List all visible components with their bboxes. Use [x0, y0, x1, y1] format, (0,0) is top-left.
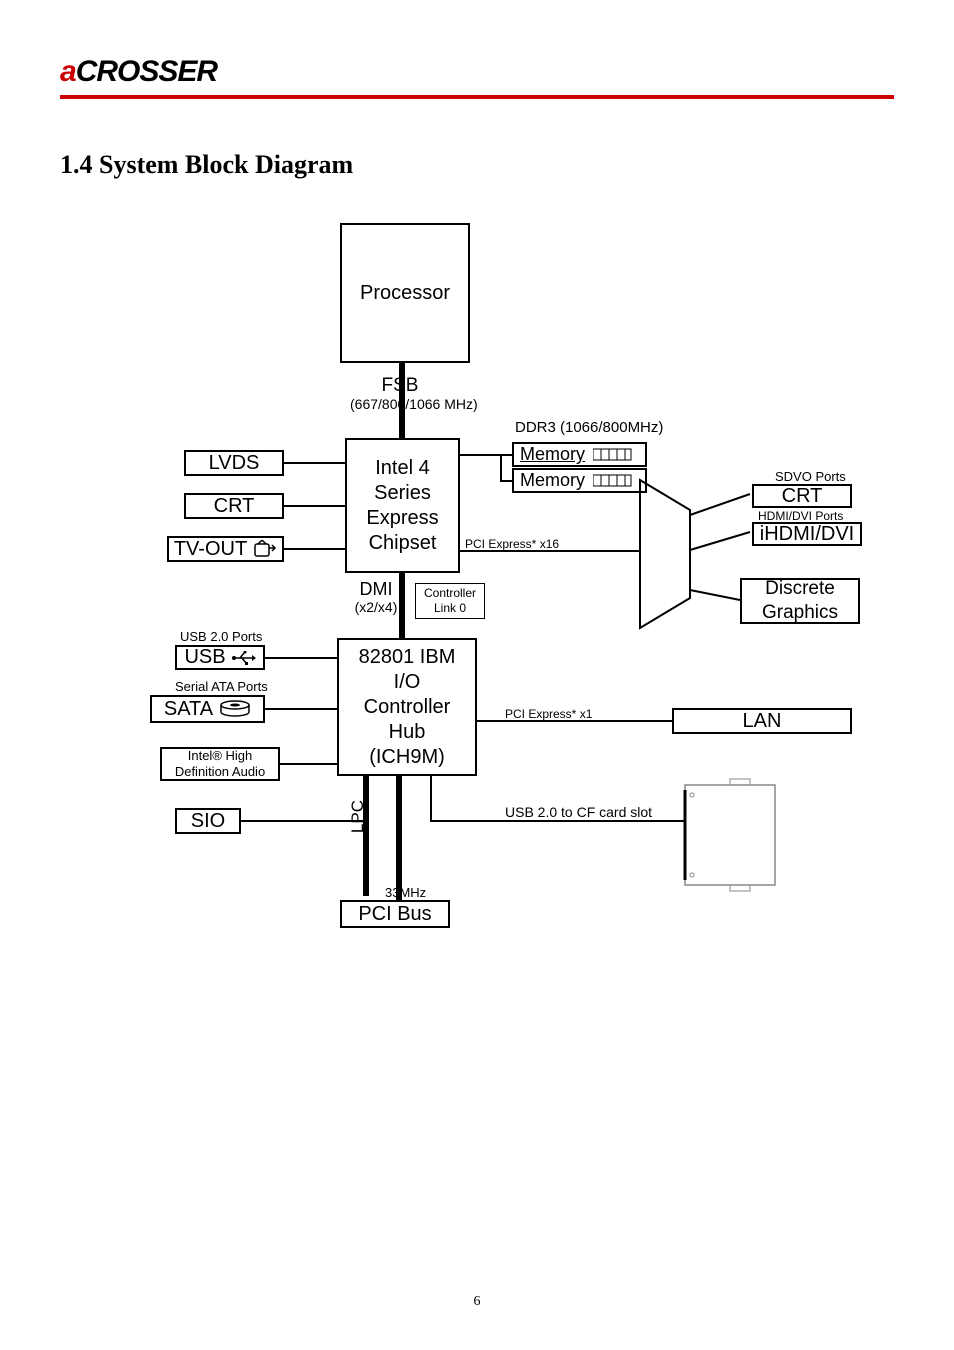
- block-diagram: Processor FSB (667/800/1066 MHz) Intel 4…: [0, 200, 954, 980]
- ich-block: 82801 IBM I/O Controller Hub (ICH9M): [337, 638, 477, 776]
- usb-ports-label: USB 2.0 Ports: [180, 630, 262, 644]
- dmi-label-area: DMI (x2/x4): [350, 580, 402, 615]
- ihdmidvi-label: iHDMI/DVI: [760, 522, 854, 547]
- hdaudio-l2: Definition Audio: [175, 764, 265, 780]
- discrete-graphics-block: Discrete Graphics: [740, 578, 860, 624]
- hdaudio-block: Intel® High Definition Audio: [160, 747, 280, 781]
- ctrl-link-block: Controller Link 0: [415, 583, 485, 619]
- ihdmidvi-block: iHDMI/DVI: [752, 522, 862, 546]
- sata-ports-label: Serial ATA Ports: [175, 680, 268, 694]
- pcie-x1-label: PCI Express* x1: [505, 708, 592, 721]
- ich-l5: (ICH9M): [369, 745, 445, 770]
- crt-right-label: CRT: [782, 484, 823, 509]
- usb-block: USB: [175, 645, 265, 670]
- ich-l1: 82801 IBM: [359, 645, 456, 670]
- pci33-label: 33MHz: [385, 886, 426, 900]
- dmi-speed: (x2/x4): [355, 599, 398, 615]
- ctrl-l1: Controller: [424, 586, 476, 601]
- line-sio: [240, 820, 364, 822]
- line-usbcf-v: [430, 776, 432, 822]
- sata-block: SATA: [150, 695, 265, 723]
- dmi-text: DMI: [360, 579, 393, 599]
- line-sata: [265, 708, 337, 710]
- ich-l2: I/O: [394, 670, 421, 695]
- lan-block: LAN: [672, 708, 852, 734]
- lpc-label: LPC: [348, 800, 368, 833]
- brand-a: a: [60, 55, 76, 88]
- ctrl-l2: Link 0: [434, 601, 466, 616]
- usb-label: USB: [184, 645, 225, 670]
- section-title: 1.4 System Block Diagram: [60, 150, 353, 180]
- brand-rest: CROSSER: [76, 55, 217, 88]
- ich-l3: Controller: [364, 695, 451, 720]
- pci-bus-line: [396, 776, 402, 901]
- usbcf-label: USB 2.0 to CF card slot: [505, 805, 652, 820]
- page-number: 6: [0, 1294, 954, 1310]
- page-header: aCROSSER: [60, 55, 894, 99]
- sdvo-label: SDVO Ports: [775, 470, 846, 484]
- hdaudio-l1: Intel® High: [188, 748, 253, 764]
- pcibus-block: PCI Bus: [340, 900, 450, 928]
- lpc-bus-line: [363, 776, 369, 896]
- sio-label: SIO: [191, 809, 225, 834]
- line-hdaudio: [280, 763, 337, 765]
- lan-label: LAN: [743, 709, 782, 734]
- sio-block: SIO: [175, 808, 241, 834]
- sata-label: SATA: [164, 697, 213, 722]
- ich-l4: Hub: [389, 720, 426, 745]
- pcibus-label: PCI Bus: [358, 902, 431, 927]
- discrete-l1: Discrete: [765, 577, 835, 601]
- line-usb: [265, 657, 337, 659]
- crt-right-block: CRT: [752, 484, 852, 508]
- brand-logo: aCROSSER: [60, 55, 217, 88]
- discrete-l2: Graphics: [762, 601, 838, 625]
